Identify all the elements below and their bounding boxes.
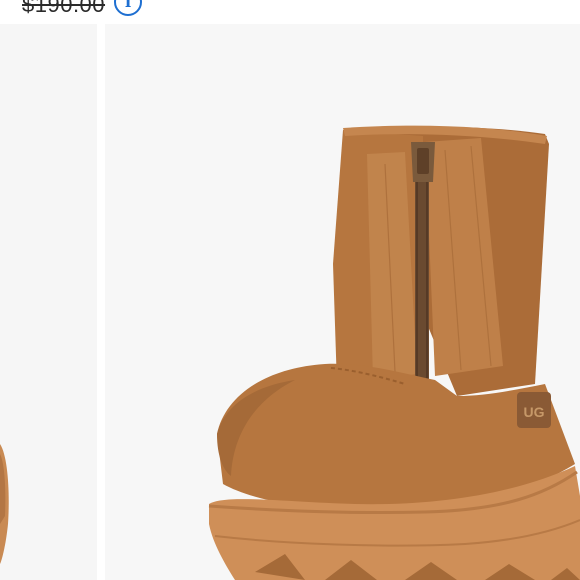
previous-photo-graphic	[0, 24, 97, 580]
boot-graphic: UG	[105, 24, 580, 580]
slide-divider	[97, 24, 105, 580]
brand-tab-label: UG	[524, 404, 545, 420]
previous-product-photo[interactable]	[0, 24, 97, 580]
price-bar: $190.00 i	[0, 0, 580, 24]
original-price: $190.00	[22, 0, 106, 17]
info-icon[interactable]: i	[114, 0, 142, 16]
boot-product-photo[interactable]: UG	[105, 24, 580, 580]
image-carousel: UG	[0, 24, 580, 580]
